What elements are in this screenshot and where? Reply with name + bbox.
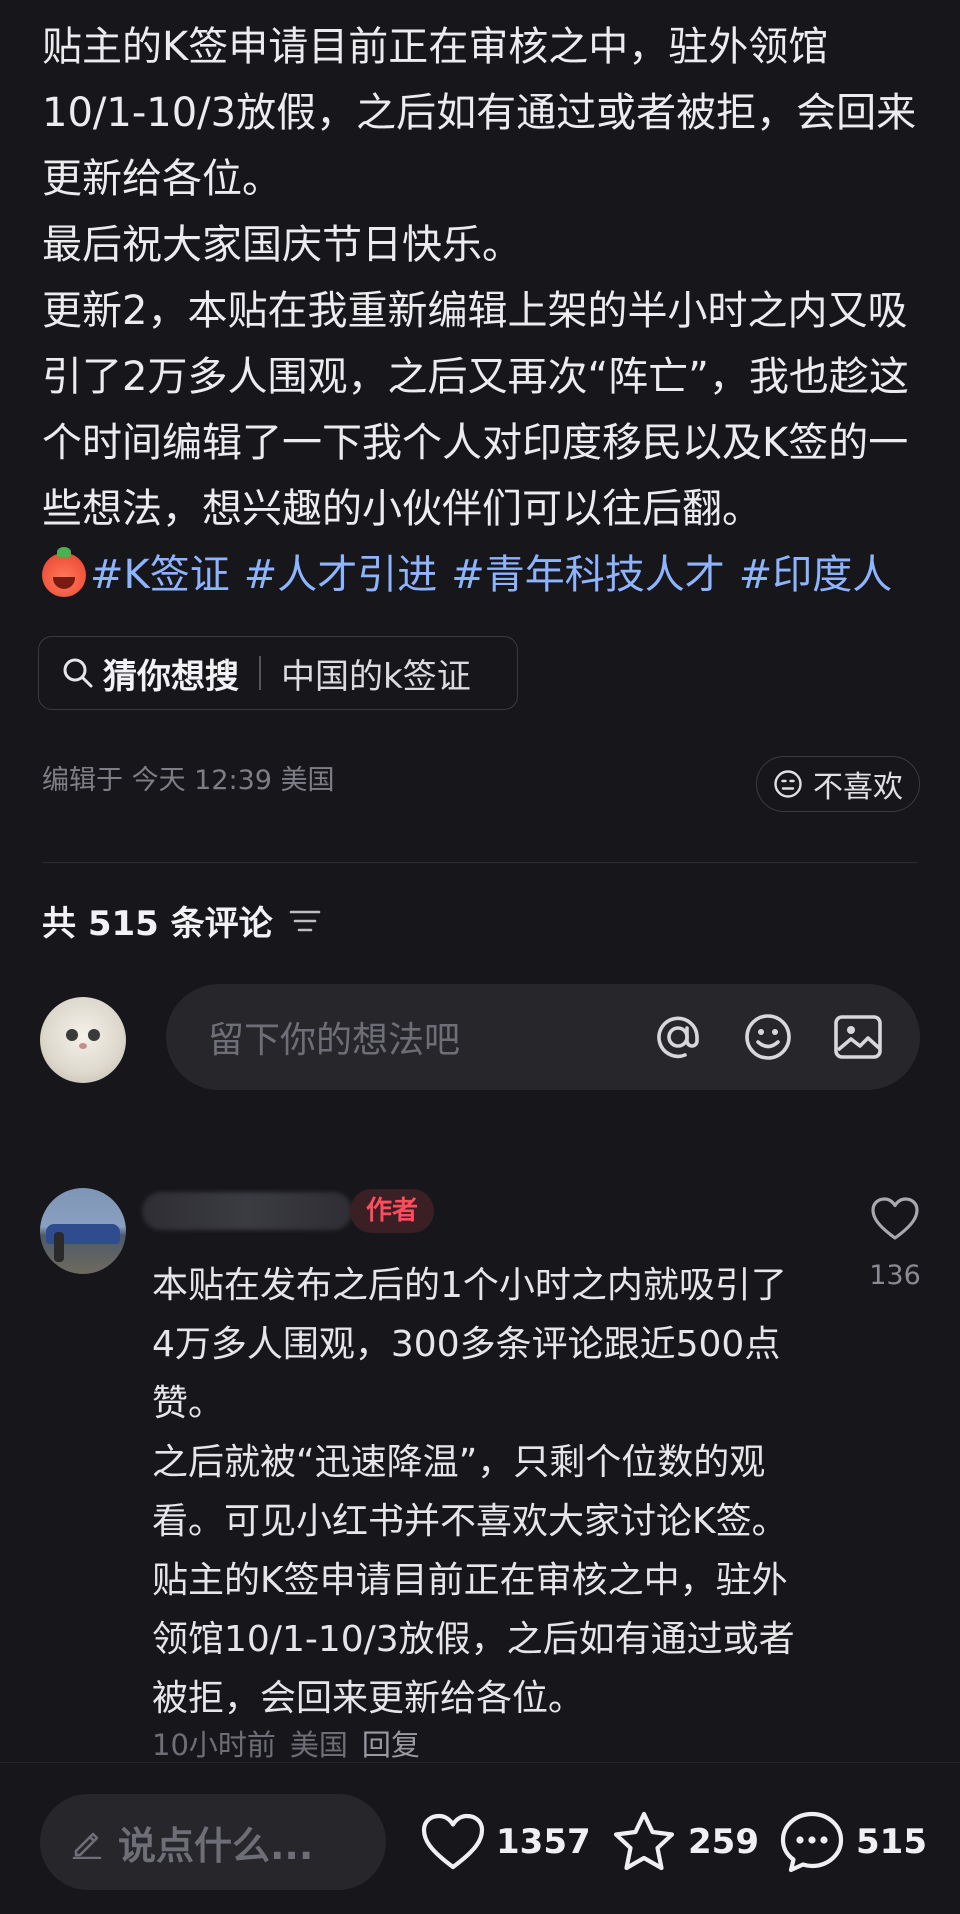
- post-line: 更新2，本贴在我重新编辑上架的半小时之内又吸: [42, 288, 908, 334]
- comments-header: 共 515 条评论: [42, 896, 321, 945]
- commenter-avatar[interactable]: [40, 1188, 126, 1274]
- unhappy-face-icon: [773, 769, 803, 799]
- post-line: 更新给各位。: [42, 156, 282, 202]
- tags-row: #K签证 #人才引进 #青年科技人才 #印度人: [42, 542, 922, 608]
- comment-like-button[interactable]: [866, 1196, 924, 1242]
- post-edit-meta: 编辑于 今天 12:39 美国: [42, 765, 335, 796]
- my-avatar[interactable]: [40, 997, 126, 1083]
- post-line: 个时间编辑了一下我个人对印度移民以及K签的一: [42, 420, 909, 466]
- comment-line: 之后就被“迅速降温”，只剩个位数的观: [152, 1442, 766, 1483]
- image-icon[interactable]: [830, 1009, 886, 1065]
- comment-line: 贴主的K签申请目前正在审核之中，驻外: [152, 1560, 788, 1601]
- like-button[interactable]: 1357: [420, 1808, 591, 1876]
- hashtag-link[interactable]: #印度人: [739, 542, 893, 608]
- hashtag-link[interactable]: #人才引进: [244, 542, 438, 608]
- comment-button[interactable]: 515: [778, 1808, 927, 1876]
- post-line: 10/1-10/3放假，之后如有通过或者被拒，会回来: [42, 90, 917, 136]
- post-body: 贴主的K签申请目前正在审核之中，驻外领馆 10/1-10/3放假，之后如有通过或…: [42, 14, 922, 608]
- avatar-eye: [88, 1029, 100, 1041]
- star-outline-icon: [610, 1809, 678, 1875]
- pencil-icon: [70, 1825, 104, 1859]
- comment-line: 本贴在发布之后的1个小时之内就吸引了: [152, 1265, 787, 1306]
- comment-line: 4万多人围观，300多条评论跟近500点: [152, 1324, 781, 1365]
- comment-like-count: 136: [869, 1260, 921, 1291]
- avatar-eye: [66, 1029, 78, 1041]
- author-badge: 作者: [350, 1189, 435, 1233]
- commenter-name-blurred[interactable]: [142, 1192, 352, 1230]
- avatar-nose: [79, 1043, 87, 1049]
- emoji-icon[interactable]: [740, 1009, 796, 1065]
- post-line: 贴主的K签申请目前正在审核之中，驻外领馆: [42, 24, 829, 70]
- dislike-label: 不喜欢: [813, 770, 903, 805]
- comment-meta: 10小时前 美国 回复: [152, 1722, 420, 1764]
- comment-time: 10小时前: [152, 1728, 276, 1762]
- hashtag-link[interactable]: #青年科技人才: [451, 542, 725, 608]
- heart-outline-icon: [420, 1812, 486, 1872]
- comment-line: 看。可见小红书并不喜欢大家讨论K签。: [152, 1501, 788, 1542]
- comments-count-title: 共 515 条评论: [42, 904, 273, 944]
- comment-count: 515: [856, 1822, 927, 1862]
- hashtag-link[interactable]: #K签证: [90, 542, 230, 608]
- comment-input-placeholder: 留下你的想法吧: [208, 1020, 461, 1061]
- laughing-emoji-icon: [42, 547, 86, 597]
- section-divider: [42, 862, 918, 863]
- search-icon: [61, 656, 95, 690]
- guess-search-label: 猜你想搜: [103, 656, 239, 697]
- reply-button[interactable]: 回复: [362, 1722, 420, 1764]
- say-something-placeholder: 说点什么...: [118, 1823, 314, 1868]
- comment-line: 被拒，会回来更新给各位。: [152, 1678, 585, 1719]
- comment-text: 本贴在发布之后的1个小时之内就吸引了 4万多人围观，300多条评论跟近500点 …: [152, 1256, 852, 1728]
- say-something-input[interactable]: 说点什么...: [40, 1794, 386, 1890]
- guess-search-chip[interactable]: 猜你想搜 中国的k签证: [38, 636, 518, 710]
- collect-button[interactable]: 259: [610, 1808, 759, 1876]
- comment-input[interactable]: 留下你的想法吧: [166, 984, 920, 1090]
- guess-search-query: 中国的k签证: [281, 656, 471, 697]
- comment-line: 赞。: [152, 1383, 225, 1424]
- sort-icon[interactable]: [289, 907, 321, 935]
- mention-icon[interactable]: [650, 1009, 706, 1065]
- avatar-person: [54, 1232, 64, 1262]
- comment-line: 领馆10/1-10/3放假，之后如有通过或者: [152, 1619, 795, 1660]
- dislike-button[interactable]: 不喜欢: [756, 756, 920, 812]
- post-detail-page: 贴主的K签申请目前正在审核之中，驻外领馆 10/1-10/3放假，之后如有通过或…: [0, 0, 960, 1914]
- like-count: 1357: [496, 1822, 591, 1862]
- heart-outline-icon: [870, 1196, 920, 1242]
- divider: [259, 656, 261, 690]
- comment-location: 美国: [289, 1728, 348, 1762]
- chat-bubble-icon: [778, 1809, 846, 1875]
- post-line: 引了2万多人围观，之后又再次“阵亡”，我也趁这: [42, 354, 909, 400]
- post-line: 最后祝大家国庆节日快乐。: [42, 222, 522, 268]
- post-line: 些想法，想兴趣的小伙伴们可以往后翻。: [42, 486, 762, 532]
- collect-count: 259: [688, 1822, 759, 1862]
